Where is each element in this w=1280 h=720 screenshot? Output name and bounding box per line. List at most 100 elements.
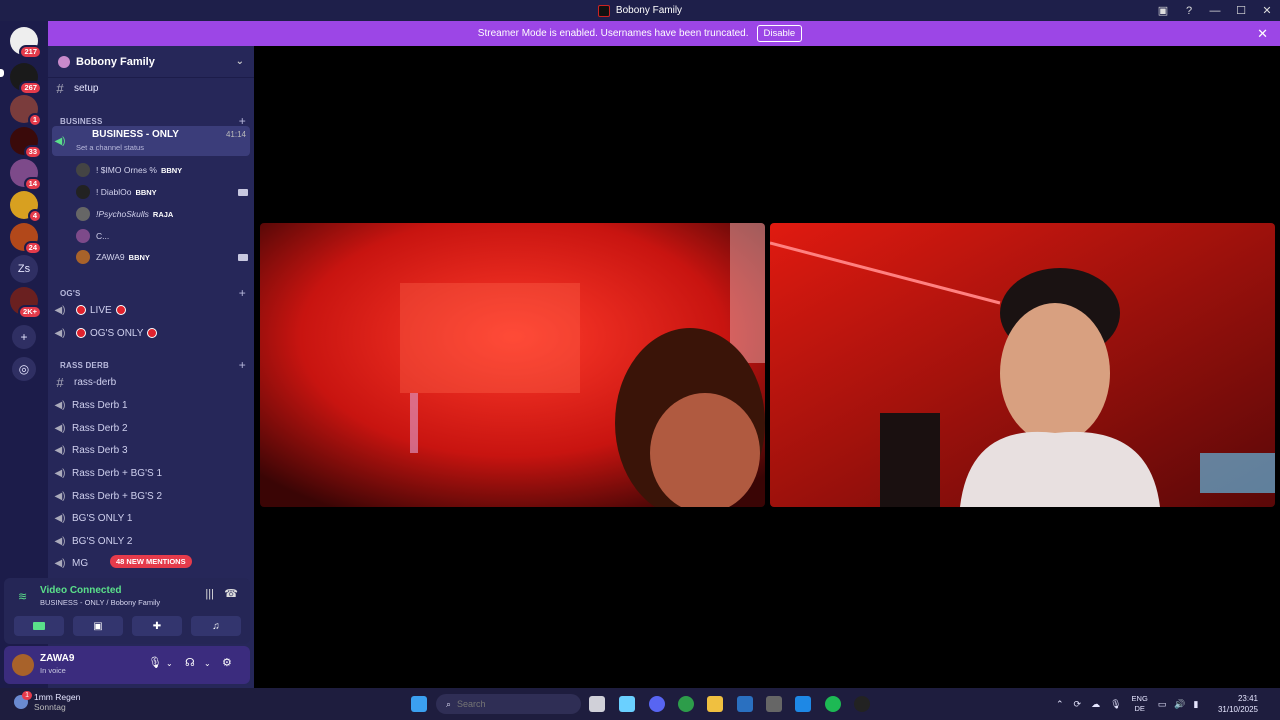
channel-rass-derb-3[interactable]: ◀) Rass Derb 3 — [52, 442, 250, 458]
settings-gear-icon[interactable]: ⚙ — [222, 656, 232, 669]
app-icon[interactable] — [854, 696, 870, 712]
add-channel-icon[interactable]: + — [239, 358, 246, 372]
server-icon[interactable]: 4 — [10, 191, 42, 223]
screen-share-button[interactable]: ▣ — [73, 616, 123, 636]
maximize-button[interactable]: ☐ — [1228, 4, 1254, 17]
microphone-icon[interactable]: 🎙 — [1110, 699, 1121, 710]
weather-text: 1mm Regen — [34, 692, 81, 702]
chevron-down-icon[interactable]: ⌄ — [204, 659, 211, 668]
server-icon[interactable]: 14 — [10, 159, 42, 191]
channel-live[interactable]: ◀) LIVE — [52, 302, 250, 318]
channel-rass-derb-bgs-1[interactable]: ◀) Rass Derb + BG'S 1 — [52, 465, 250, 481]
chevron-down-icon[interactable]: ⌄ — [166, 659, 173, 668]
minimize-button[interactable]: — — [1202, 5, 1228, 17]
server-badge-icon — [58, 55, 70, 68]
spotify-icon[interactable] — [825, 696, 841, 712]
video-tile[interactable] — [260, 223, 765, 507]
sync-icon[interactable]: ⟳ — [1074, 699, 1082, 710]
soundboard-button[interactable]: ♫ — [191, 616, 241, 636]
disable-button[interactable]: Disable — [756, 25, 803, 42]
server-icon[interactable]: 1 — [10, 95, 42, 127]
channel-status-prompt[interactable]: Set a channel status — [76, 143, 144, 152]
direct-messages-icon[interactable]: 217 — [10, 27, 42, 59]
channel-bgs-only-2[interactable]: ◀) BG'S ONLY 2 — [52, 533, 250, 549]
app-icon[interactable] — [795, 696, 811, 712]
weather-day: Sonntag — [34, 702, 66, 712]
video-stream — [260, 223, 765, 507]
chrome-icon[interactable] — [678, 696, 694, 712]
file-explorer-icon[interactable] — [707, 696, 723, 712]
user-status: In voice — [40, 666, 66, 675]
speaker-icon: ◀) — [54, 399, 66, 411]
channel-rass-derb-2[interactable]: ◀) Rass Derb 2 — [52, 420, 250, 436]
streamer-mode-banner: Streamer Mode is enabled. Usernames have… — [0, 21, 1280, 46]
search-icon: ⌕ — [446, 698, 452, 709]
microphone-icon[interactable]: 🎙 — [148, 656, 162, 669]
chevron-up-icon[interactable]: ⌃ — [1056, 699, 1064, 710]
speaker-icon: ◀) — [54, 135, 66, 147]
voice-member[interactable]: ! DiablOo BBNY — [76, 185, 248, 199]
banner-close-icon[interactable]: ✕ — [1257, 26, 1268, 42]
channel-rass-derb-bgs-2[interactable]: ◀) Rass Derb + BG'S 2 — [52, 488, 250, 504]
channel-rass-derb-1[interactable]: ◀) Rass Derb 1 — [52, 397, 250, 413]
camera-icon — [33, 622, 45, 630]
server-icon[interactable]: 2K+ — [10, 287, 42, 319]
inbox-icon[interactable]: ▣ — [1150, 4, 1176, 17]
app-icon[interactable] — [766, 696, 782, 712]
voice-member[interactable]: !PsychoSkulls RAJA — [76, 207, 248, 221]
new-mentions-pill[interactable]: 48 NEW MENTIONS — [110, 555, 192, 568]
user-name[interactable]: ZAWA9 — [40, 653, 74, 664]
soundboard-icon: ♫ — [212, 620, 220, 632]
signal-icon[interactable]: ≋ — [18, 590, 30, 603]
channel-bgs-only-1[interactable]: ◀) BG'S ONLY 1 — [52, 510, 250, 526]
channel-setup[interactable]: # setup — [52, 80, 250, 96]
noise-suppression-icon[interactable]: ||| — [205, 588, 214, 600]
disconnect-icon[interactable]: ☎ — [224, 587, 238, 600]
voice-member[interactable]: C... — [76, 229, 248, 243]
server-icon[interactable]: 24 — [10, 223, 42, 255]
search-input[interactable] — [457, 699, 568, 709]
red-circle-icon — [115, 305, 126, 315]
task-view-icon[interactable] — [589, 696, 605, 712]
display-icon[interactable]: ▭ — [1158, 699, 1167, 710]
volume-icon[interactable]: 🔊 — [1174, 699, 1185, 710]
add-server-icon[interactable]: + — [12, 325, 36, 349]
taskbar-search[interactable]: ⌕ — [436, 694, 581, 714]
category-ogs[interactable]: OG'S + — [60, 286, 246, 300]
battery-icon[interactable]: ▮ — [1194, 699, 1199, 710]
copilot-icon[interactable] — [619, 696, 635, 712]
chevron-down-icon: ⌄ — [235, 56, 244, 67]
cloud-icon[interactable]: ☁ — [1091, 699, 1100, 710]
camera-button[interactable] — [14, 616, 64, 636]
channel-business-only[interactable]: ◀) BUSINESS - ONLY 41:14 Set a channel s… — [52, 126, 250, 156]
windows-start-icon[interactable] — [411, 696, 427, 712]
discord-icon[interactable] — [649, 696, 665, 712]
avatar[interactable] — [12, 654, 34, 676]
category-rass-derb[interactable]: RASS DERB + — [60, 358, 246, 372]
voice-channel-path[interactable]: BUSINESS - ONLY / Bobony Family — [40, 598, 160, 607]
clock[interactable]: 23:41 31/10/2025 — [1218, 693, 1258, 715]
voice-member[interactable]: ZAWA9 BBNY — [76, 250, 248, 264]
help-icon[interactable]: ? — [1176, 5, 1202, 17]
store-icon[interactable] — [737, 696, 753, 712]
activities-button[interactable]: ✚ — [132, 616, 182, 636]
close-window-button[interactable]: ✕ — [1254, 4, 1280, 17]
app-icon — [597, 4, 610, 17]
weather-widget[interactable]: 1 1mm Regen Sonntag — [14, 691, 81, 712]
channel-ogs-only[interactable]: ◀) OG'S ONLY — [52, 325, 250, 341]
channel-label: setup — [74, 82, 99, 94]
banner-text: Streamer Mode is enabled. Usernames have… — [477, 28, 749, 39]
add-channel-icon[interactable]: + — [239, 286, 246, 300]
language-indicator[interactable]: ENG DE — [1132, 694, 1148, 714]
server-header[interactable]: Bobony Family ⌄ — [48, 46, 254, 78]
headphones-icon[interactable]: ☊ — [185, 656, 195, 669]
voice-status[interactable]: Video Connected — [40, 585, 122, 596]
discover-icon[interactable]: ◎ — [12, 357, 36, 381]
speaker-icon: ◀) — [54, 444, 66, 456]
server-zs[interactable]: Zs — [10, 255, 38, 283]
channel-rass-derb-text[interactable]: # rass-derb — [52, 374, 250, 390]
server-icon[interactable]: 33 — [10, 127, 42, 159]
server-icon[interactable]: 267 — [10, 63, 42, 95]
voice-member[interactable]: ! $IMO Ornes % BBNY — [76, 163, 248, 177]
video-tile[interactable] — [770, 223, 1275, 507]
